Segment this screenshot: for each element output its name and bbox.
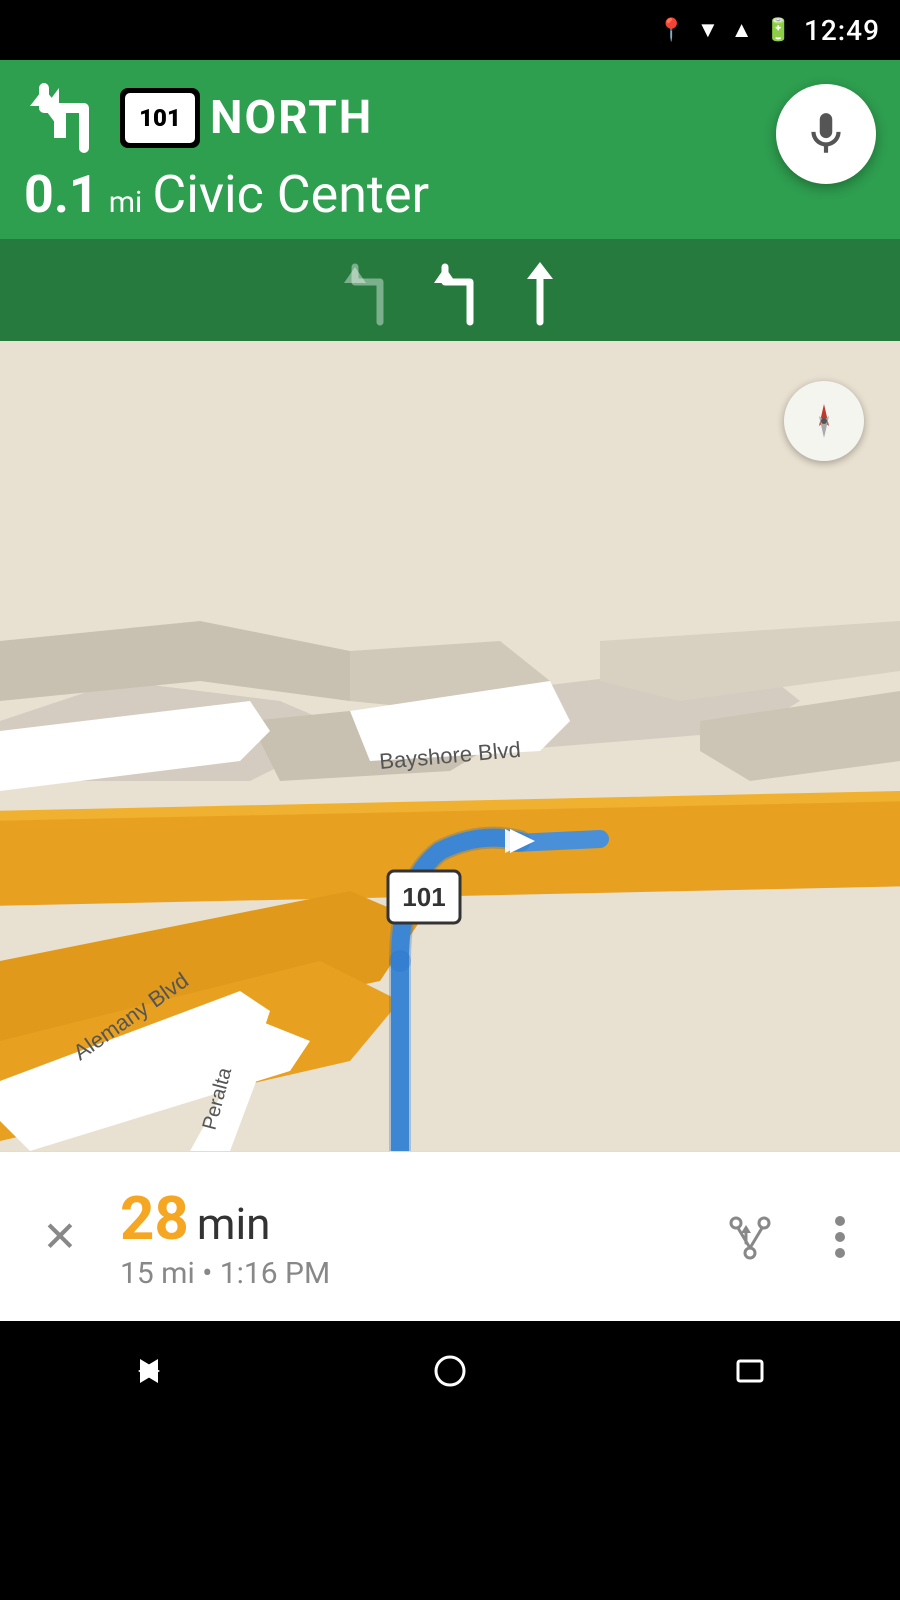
highway-shield: 101 (120, 88, 200, 148)
time-display: 12:49 (804, 14, 880, 47)
svg-text:101: 101 (402, 882, 445, 912)
wifi-icon: ▼ (697, 17, 719, 43)
home-button[interactable] (420, 1341, 480, 1401)
eta-minutes: 28 (120, 1183, 189, 1254)
lane-guidance (0, 239, 900, 341)
status-bar: 📍 ▼ ▲ 🔋 12:49 (0, 0, 900, 60)
turn-row: 101 NORTH (24, 78, 876, 158)
back-button[interactable] (120, 1341, 180, 1401)
location-icon: 📍 (658, 18, 685, 43)
lane-left-turn-1 (340, 257, 400, 327)
map-area[interactable]: 101 Bayshore Blvd Alemany Blvd Peralta (0, 341, 900, 1151)
lane-straight (520, 257, 560, 327)
distance-unit: mi (109, 185, 143, 220)
bottom-bar: ✕ 28 min 15 mi • 1:16 PM (0, 1151, 900, 1321)
recents-icon (730, 1351, 770, 1391)
compass-button[interactable] (784, 381, 864, 461)
nav-header: 101 NORTH 0.1 mi Civic Center (0, 60, 900, 239)
recents-button[interactable] (720, 1341, 780, 1401)
lane-left-turn-2 (430, 257, 490, 327)
close-icon: ✕ (42, 1212, 77, 1262)
routes-icon (724, 1211, 776, 1263)
back-icon (130, 1351, 170, 1391)
action-buttons (720, 1207, 870, 1267)
eta-info: 28 min 15 mi • 1:16 PM (110, 1183, 700, 1291)
compass-icon (801, 398, 847, 444)
mic-button[interactable] (776, 84, 876, 184)
system-nav (0, 1321, 900, 1421)
battery-icon: 🔋 (765, 18, 792, 43)
direction-text: NORTH (210, 91, 373, 145)
distance-number: 0.1 (24, 164, 99, 225)
routes-button[interactable] (720, 1207, 780, 1267)
more-button[interactable] (810, 1207, 870, 1267)
street-name: Civic Center (152, 164, 429, 225)
mic-icon (801, 109, 851, 159)
eta-min-label: min (197, 1198, 271, 1250)
map-svg: 101 Bayshore Blvd Alemany Blvd Peralta (0, 341, 900, 1151)
more-icon (814, 1211, 866, 1263)
distance-row: 0.1 mi Civic Center (24, 164, 876, 225)
eta-row: 28 min (120, 1183, 700, 1254)
highway-badge: 101 NORTH (120, 88, 373, 148)
close-button[interactable]: ✕ (30, 1207, 90, 1267)
home-icon (430, 1351, 470, 1391)
signal-icon: ▲ (731, 17, 753, 43)
turn-arrow-icon (24, 78, 104, 158)
eta-details: 15 mi • 1:16 PM (120, 1256, 700, 1291)
